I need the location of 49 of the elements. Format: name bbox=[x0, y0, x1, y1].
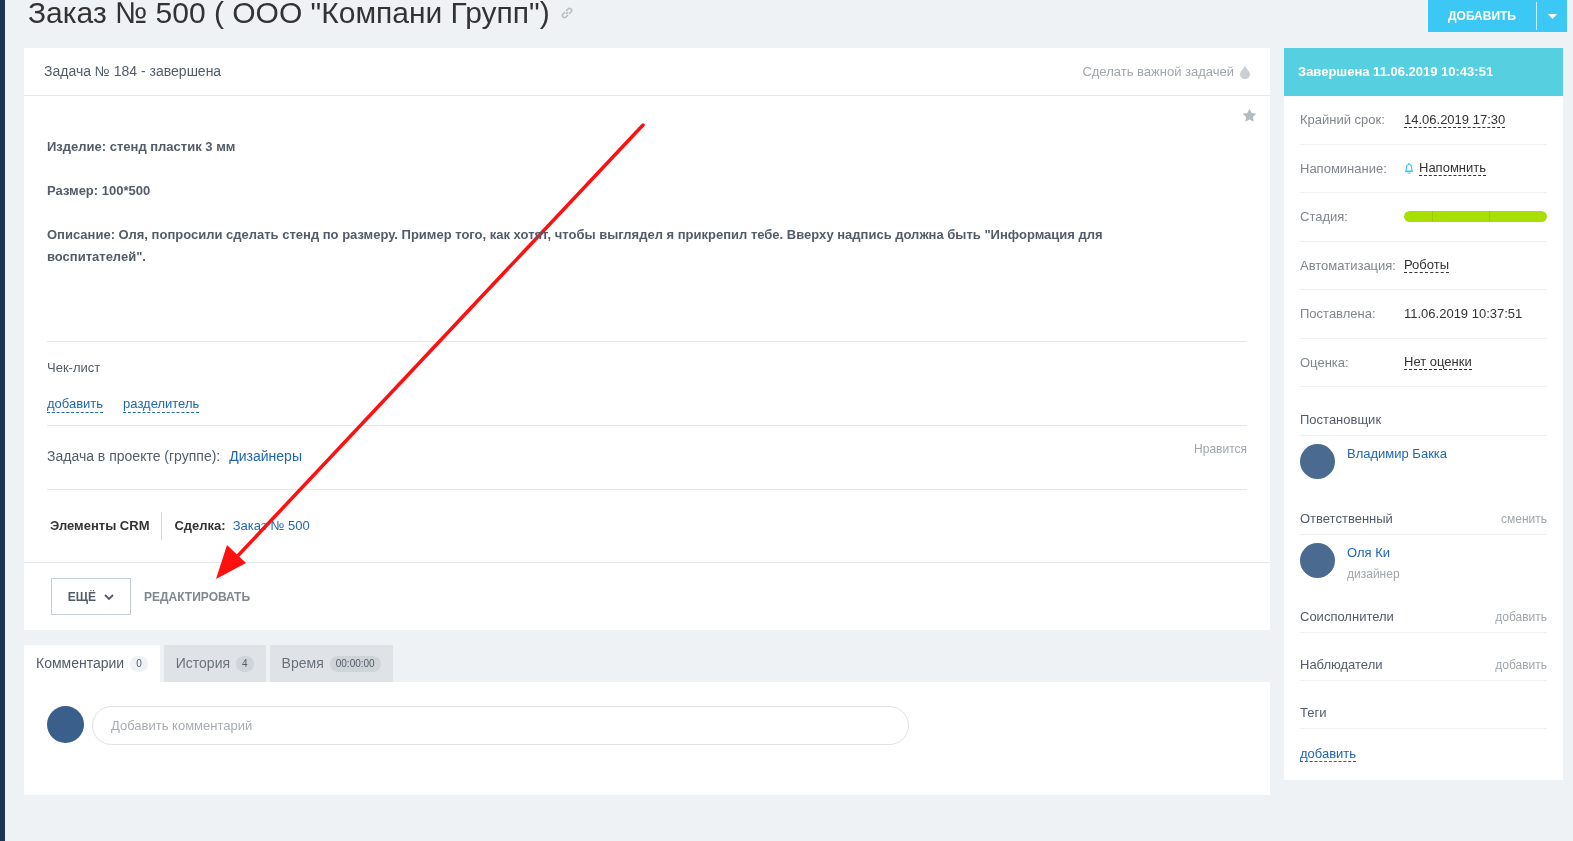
tab-count: 0 bbox=[130, 655, 148, 672]
page-title: Заказ № 500 ( ООО "Компани Групп") bbox=[27, 0, 550, 28]
field-label: Автоматизация: bbox=[1300, 256, 1397, 275]
task-header: Задача № 184 - завершена bbox=[44, 62, 222, 81]
tab-count: 00:00:00 bbox=[329, 655, 381, 672]
reminder-link[interactable]: Напомнить bbox=[1419, 160, 1486, 177]
deal-label: Сделка: bbox=[174, 517, 226, 536]
field-value-link[interactable]: Роботы bbox=[1404, 257, 1450, 274]
tab-count: 4 bbox=[236, 655, 254, 672]
person-name-link[interactable]: Владимир Бакка bbox=[1347, 444, 1448, 464]
description-paragraph: Размер: 100*500 bbox=[47, 182, 152, 200]
comment-field[interactable]: Добавить комментарий bbox=[92, 706, 909, 745]
checklist-action-link[interactable]: добавить bbox=[47, 395, 104, 413]
field-value-link[interactable]: Нет оценки bbox=[1404, 354, 1472, 371]
add-tag-link[interactable]: добавить bbox=[1300, 746, 1357, 762]
field-label: Крайний срок: bbox=[1300, 111, 1386, 129]
more-button[interactable]: ЕЩЁ bbox=[51, 578, 131, 615]
field-label: Оценка: bbox=[1300, 353, 1350, 372]
field-value-link[interactable]: 14.06.2019 17:30 bbox=[1404, 111, 1506, 128]
avatar bbox=[47, 706, 84, 743]
section-title: Теги bbox=[1300, 703, 1327, 722]
checklist-title: Чек-лист bbox=[47, 359, 102, 377]
tab[interactable]: История 4 bbox=[163, 645, 266, 682]
edit-button[interactable]: РЕДАКТИРОВАТЬ bbox=[144, 587, 251, 606]
tab[interactable]: Комментарии 0 bbox=[24, 645, 160, 682]
section-title: Соисполнители bbox=[1300, 607, 1394, 626]
avatar bbox=[1300, 444, 1335, 479]
section-title: Наблюдатели bbox=[1300, 655, 1383, 674]
star-icon[interactable] bbox=[1242, 108, 1257, 123]
field-label: Поставлена: bbox=[1300, 305, 1377, 323]
section-title: Постановщик bbox=[1300, 410, 1382, 429]
status-header: Завершена 11.06.2019 10:43:51 bbox=[1284, 48, 1563, 96]
project-label: Задача в проекте (группе): bbox=[47, 447, 221, 466]
field-label: Стадия: bbox=[1300, 208, 1349, 226]
person-name-link[interactable]: Оля Ки bbox=[1347, 543, 1400, 563]
field-value: 11.06.2019 10:37:51 bbox=[1404, 305, 1523, 323]
person-role: дизайнер bbox=[1347, 565, 1400, 583]
caret-icon bbox=[1547, 13, 1557, 19]
field-label: Напоминание: bbox=[1300, 159, 1388, 178]
section-title: Ответственный bbox=[1300, 509, 1393, 528]
chevron-down-icon bbox=[104, 593, 115, 600]
project-link[interactable]: Дизайнеры bbox=[229, 446, 302, 467]
tab[interactable]: Время 00:00:00 bbox=[269, 645, 393, 682]
avatar bbox=[1300, 543, 1335, 578]
description-paragraph: Изделие: стенд пластик 3 мм bbox=[47, 138, 237, 156]
checklist-action-link[interactable]: разделитель bbox=[123, 395, 200, 413]
bell-icon[interactable] bbox=[1404, 162, 1414, 175]
link-icon[interactable] bbox=[559, 6, 574, 20]
crm-title: Элементы CRM bbox=[50, 512, 163, 540]
